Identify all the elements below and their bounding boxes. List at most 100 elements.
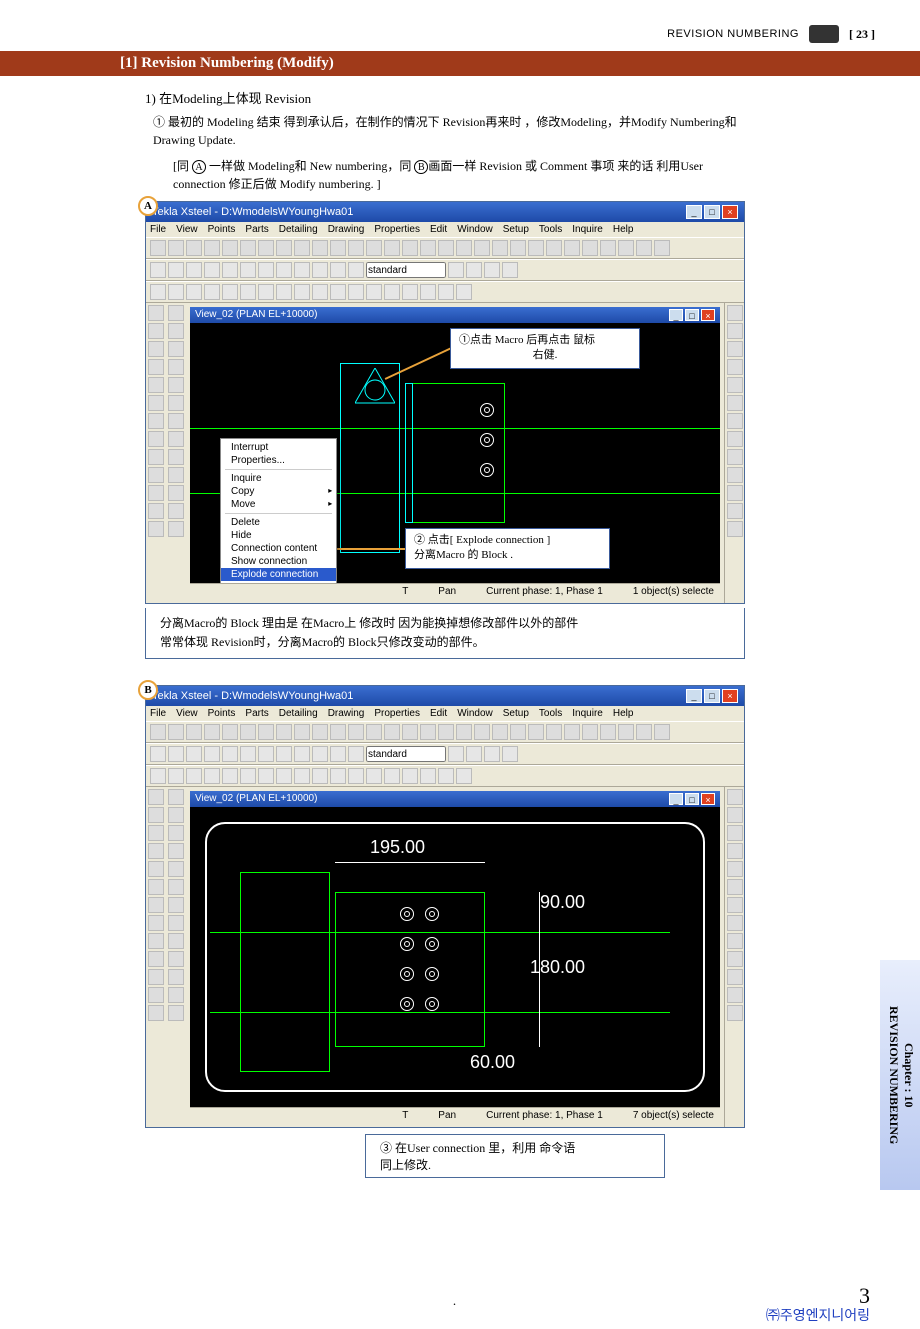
tool-icon[interactable] — [168, 897, 184, 913]
tool-icon[interactable] — [727, 915, 743, 931]
tool-icon[interactable] — [727, 825, 743, 841]
tool-icon[interactable] — [222, 262, 238, 278]
tool-icon[interactable] — [727, 807, 743, 823]
tool-icon[interactable] — [727, 431, 743, 447]
tool-icon[interactable] — [474, 240, 490, 256]
tool-icon[interactable] — [222, 768, 238, 784]
tool-icon[interactable] — [150, 240, 166, 256]
menu-edit[interactable]: Edit — [430, 224, 447, 235]
minimize-icon[interactable]: _ — [686, 689, 702, 703]
tool-icon[interactable] — [294, 724, 310, 740]
menu-setup[interactable]: Setup — [503, 708, 529, 719]
tool-icon[interactable] — [294, 240, 310, 256]
tool-icon[interactable] — [727, 987, 743, 1003]
tool-icon[interactable] — [168, 746, 184, 762]
menu-edit[interactable]: Edit — [430, 708, 447, 719]
tool-icon[interactable] — [168, 861, 184, 877]
tool-icon[interactable] — [168, 724, 184, 740]
tool-icon[interactable] — [168, 377, 184, 393]
maximize-icon[interactable]: □ — [704, 689, 720, 703]
tool-icon[interactable] — [168, 395, 184, 411]
tool-icon[interactable] — [727, 341, 743, 357]
tool-icon[interactable] — [564, 724, 580, 740]
tool-icon[interactable] — [168, 933, 184, 949]
tool-icon[interactable] — [276, 724, 292, 740]
ctx-item[interactable]: Connection content — [221, 542, 336, 555]
tool-icon[interactable] — [168, 789, 184, 805]
tool-icon[interactable] — [402, 768, 418, 784]
tool-icon[interactable] — [168, 1005, 184, 1021]
tool-icon[interactable] — [528, 240, 544, 256]
tool-icon[interactable] — [240, 240, 256, 256]
tool-icon[interactable] — [148, 395, 164, 411]
tool-icon[interactable] — [148, 503, 164, 519]
tool-icon[interactable] — [168, 284, 184, 300]
tool-icon[interactable] — [402, 284, 418, 300]
tool-icon[interactable] — [168, 768, 184, 784]
tool-icon[interactable] — [600, 724, 616, 740]
tool-icon[interactable] — [168, 485, 184, 501]
tool-icon[interactable] — [466, 746, 482, 762]
tool-icon[interactable] — [222, 746, 238, 762]
menu-parts[interactable]: Parts — [245, 708, 268, 719]
tool-icon[interactable] — [168, 240, 184, 256]
tool-icon[interactable] — [276, 746, 292, 762]
tool-icon[interactable] — [312, 262, 328, 278]
ctx-item[interactable]: Delete — [221, 516, 336, 529]
tool-icon[interactable] — [348, 240, 364, 256]
tool-icon[interactable] — [204, 262, 220, 278]
tool-icon[interactable] — [148, 341, 164, 357]
ctx-item[interactable]: Inquire — [221, 472, 336, 485]
menu-file[interactable]: File — [150, 224, 166, 235]
canvas-a[interactable]: ①点击 Macro 后再点击 鼠标 右健. InterruptPropertie… — [190, 323, 720, 583]
tool-icon[interactable] — [348, 724, 364, 740]
tool-icon[interactable] — [148, 521, 164, 537]
tool-icon[interactable] — [168, 807, 184, 823]
tool-icon[interactable] — [294, 262, 310, 278]
tool-icon[interactable] — [168, 951, 184, 967]
menu-tools[interactable]: Tools — [539, 708, 562, 719]
menu-tools[interactable]: Tools — [539, 224, 562, 235]
close-icon[interactable]: × — [701, 793, 715, 805]
close-icon[interactable]: × — [722, 205, 738, 219]
tool-icon[interactable] — [186, 240, 202, 256]
tool-icon[interactable] — [384, 724, 400, 740]
ctx-item[interactable]: Explode connection — [221, 568, 336, 581]
tool-icon[interactable] — [148, 467, 164, 483]
tool-icon[interactable] — [366, 768, 382, 784]
tool-icon[interactable] — [546, 724, 562, 740]
tool-icon[interactable] — [456, 724, 472, 740]
tool-icon[interactable] — [186, 284, 202, 300]
tool-icon[interactable] — [148, 449, 164, 465]
tool-icon[interactable] — [636, 240, 652, 256]
tool-icon[interactable] — [148, 825, 164, 841]
menu-window[interactable]: Window — [457, 708, 493, 719]
close-icon[interactable]: × — [701, 309, 715, 321]
tool-icon[interactable] — [727, 521, 743, 537]
tool-icon[interactable] — [618, 724, 634, 740]
minimize-icon[interactable]: _ — [669, 309, 683, 321]
tool-icon[interactable] — [366, 240, 382, 256]
tool-icon[interactable] — [510, 240, 526, 256]
minimize-icon[interactable]: _ — [686, 205, 702, 219]
tool-icon[interactable] — [727, 951, 743, 967]
tool-icon[interactable] — [312, 746, 328, 762]
tool-icon[interactable] — [727, 861, 743, 877]
tool-icon[interactable] — [186, 746, 202, 762]
tool-icon[interactable] — [727, 395, 743, 411]
tool-icon[interactable] — [484, 262, 500, 278]
tool-icon[interactable] — [727, 933, 743, 949]
menu-drawing[interactable]: Drawing — [328, 224, 365, 235]
tool-icon[interactable] — [348, 262, 364, 278]
tool-icon[interactable] — [348, 746, 364, 762]
tool-icon[interactable] — [727, 359, 743, 375]
tool-icon[interactable] — [330, 284, 346, 300]
tool-icon[interactable] — [240, 284, 256, 300]
tool-icon[interactable] — [258, 284, 274, 300]
tool-icon[interactable] — [312, 284, 328, 300]
tool-icon[interactable] — [727, 449, 743, 465]
tool-icon[interactable] — [502, 746, 518, 762]
ctx-item[interactable]: Properties... — [221, 454, 336, 467]
tool-icon[interactable] — [276, 768, 292, 784]
tool-icon[interactable] — [294, 768, 310, 784]
